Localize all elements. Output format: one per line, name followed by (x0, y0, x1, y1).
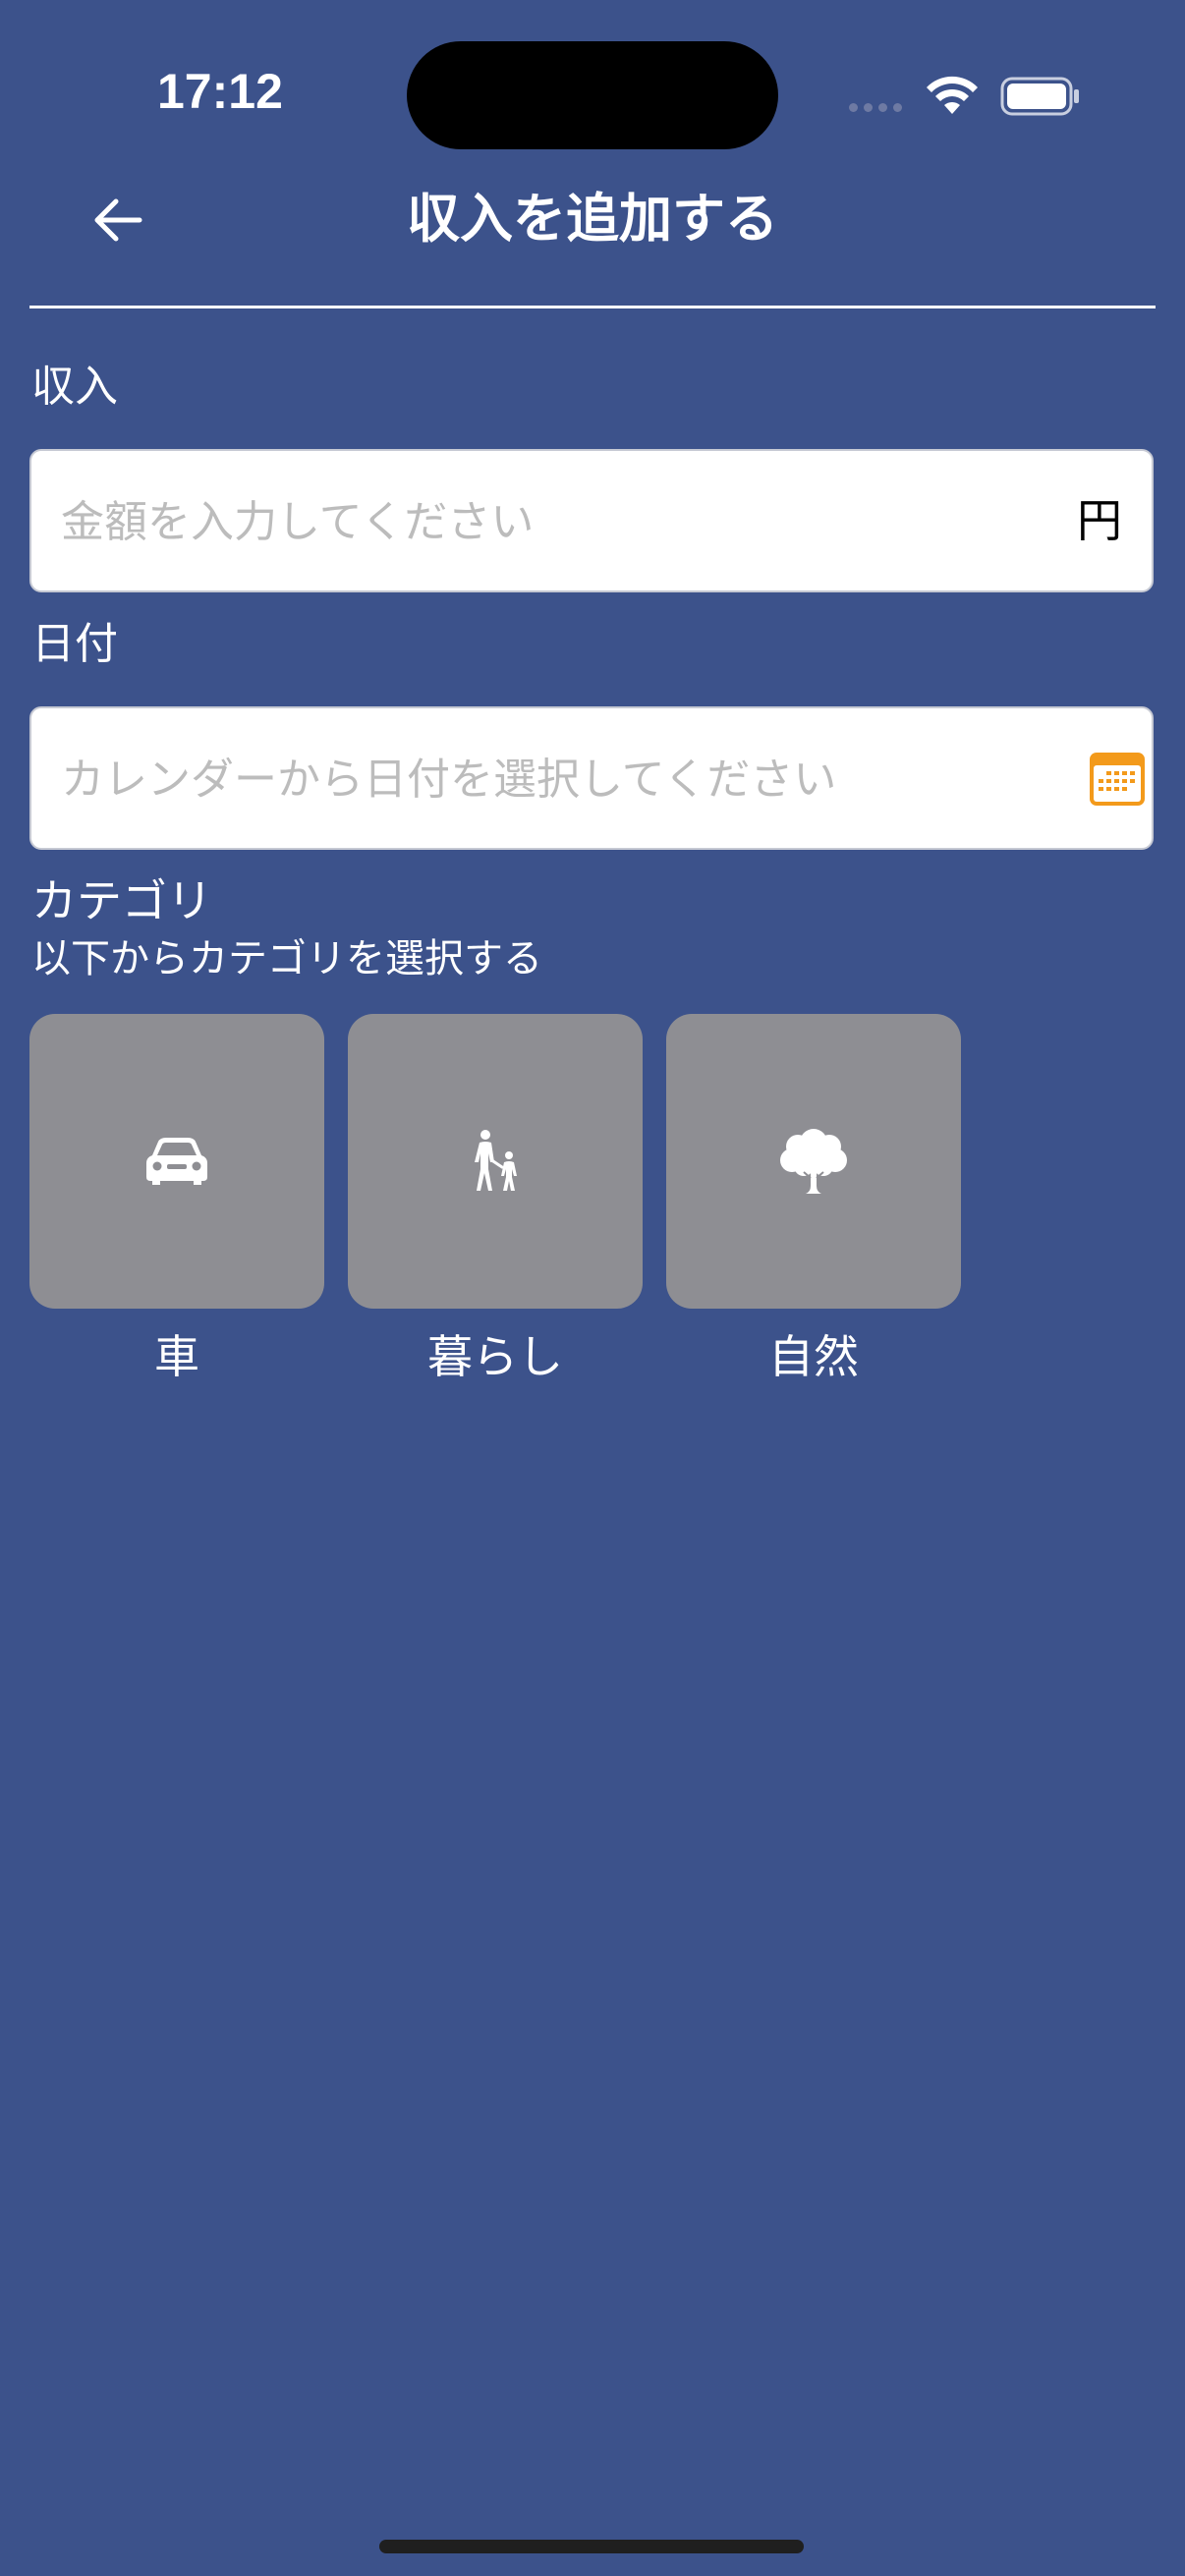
date-label: 日付 (31, 619, 118, 669)
date-input[interactable] (59, 708, 1045, 850)
category-car-label: 車 (154, 1330, 199, 1383)
category-living-button[interactable] (348, 1014, 643, 1309)
tree-icon (780, 1129, 847, 1194)
car-icon (146, 1138, 207, 1185)
income-input[interactable] (59, 451, 1045, 592)
income-label: 収入 (31, 362, 118, 412)
category-car-button[interactable] (29, 1014, 324, 1309)
cellular-signal-icon (849, 103, 902, 112)
wifi-icon (927, 76, 978, 114)
date-field[interactable] (29, 706, 1154, 850)
header-divider (29, 306, 1156, 308)
category-living-label: 暮らし (427, 1330, 563, 1383)
family-walking-icon (475, 1130, 517, 1191)
battery-icon (1000, 77, 1079, 116)
calendar-icon[interactable] (1089, 752, 1146, 807)
status-time: 17:12 (157, 64, 283, 119)
page-title: 収入を追加する (407, 188, 778, 250)
home-indicator[interactable] (379, 2540, 804, 2553)
category-nature-label: 自然 (768, 1330, 859, 1383)
category-title: カテゴリ (31, 874, 212, 927)
income-field[interactable]: 円 (29, 449, 1154, 592)
dynamic-island (407, 41, 778, 149)
category-nature-button[interactable] (666, 1014, 961, 1309)
currency-unit-label: 円 (1077, 494, 1122, 547)
category-subtitle: 以下からカテゴリを選択する (31, 936, 542, 981)
